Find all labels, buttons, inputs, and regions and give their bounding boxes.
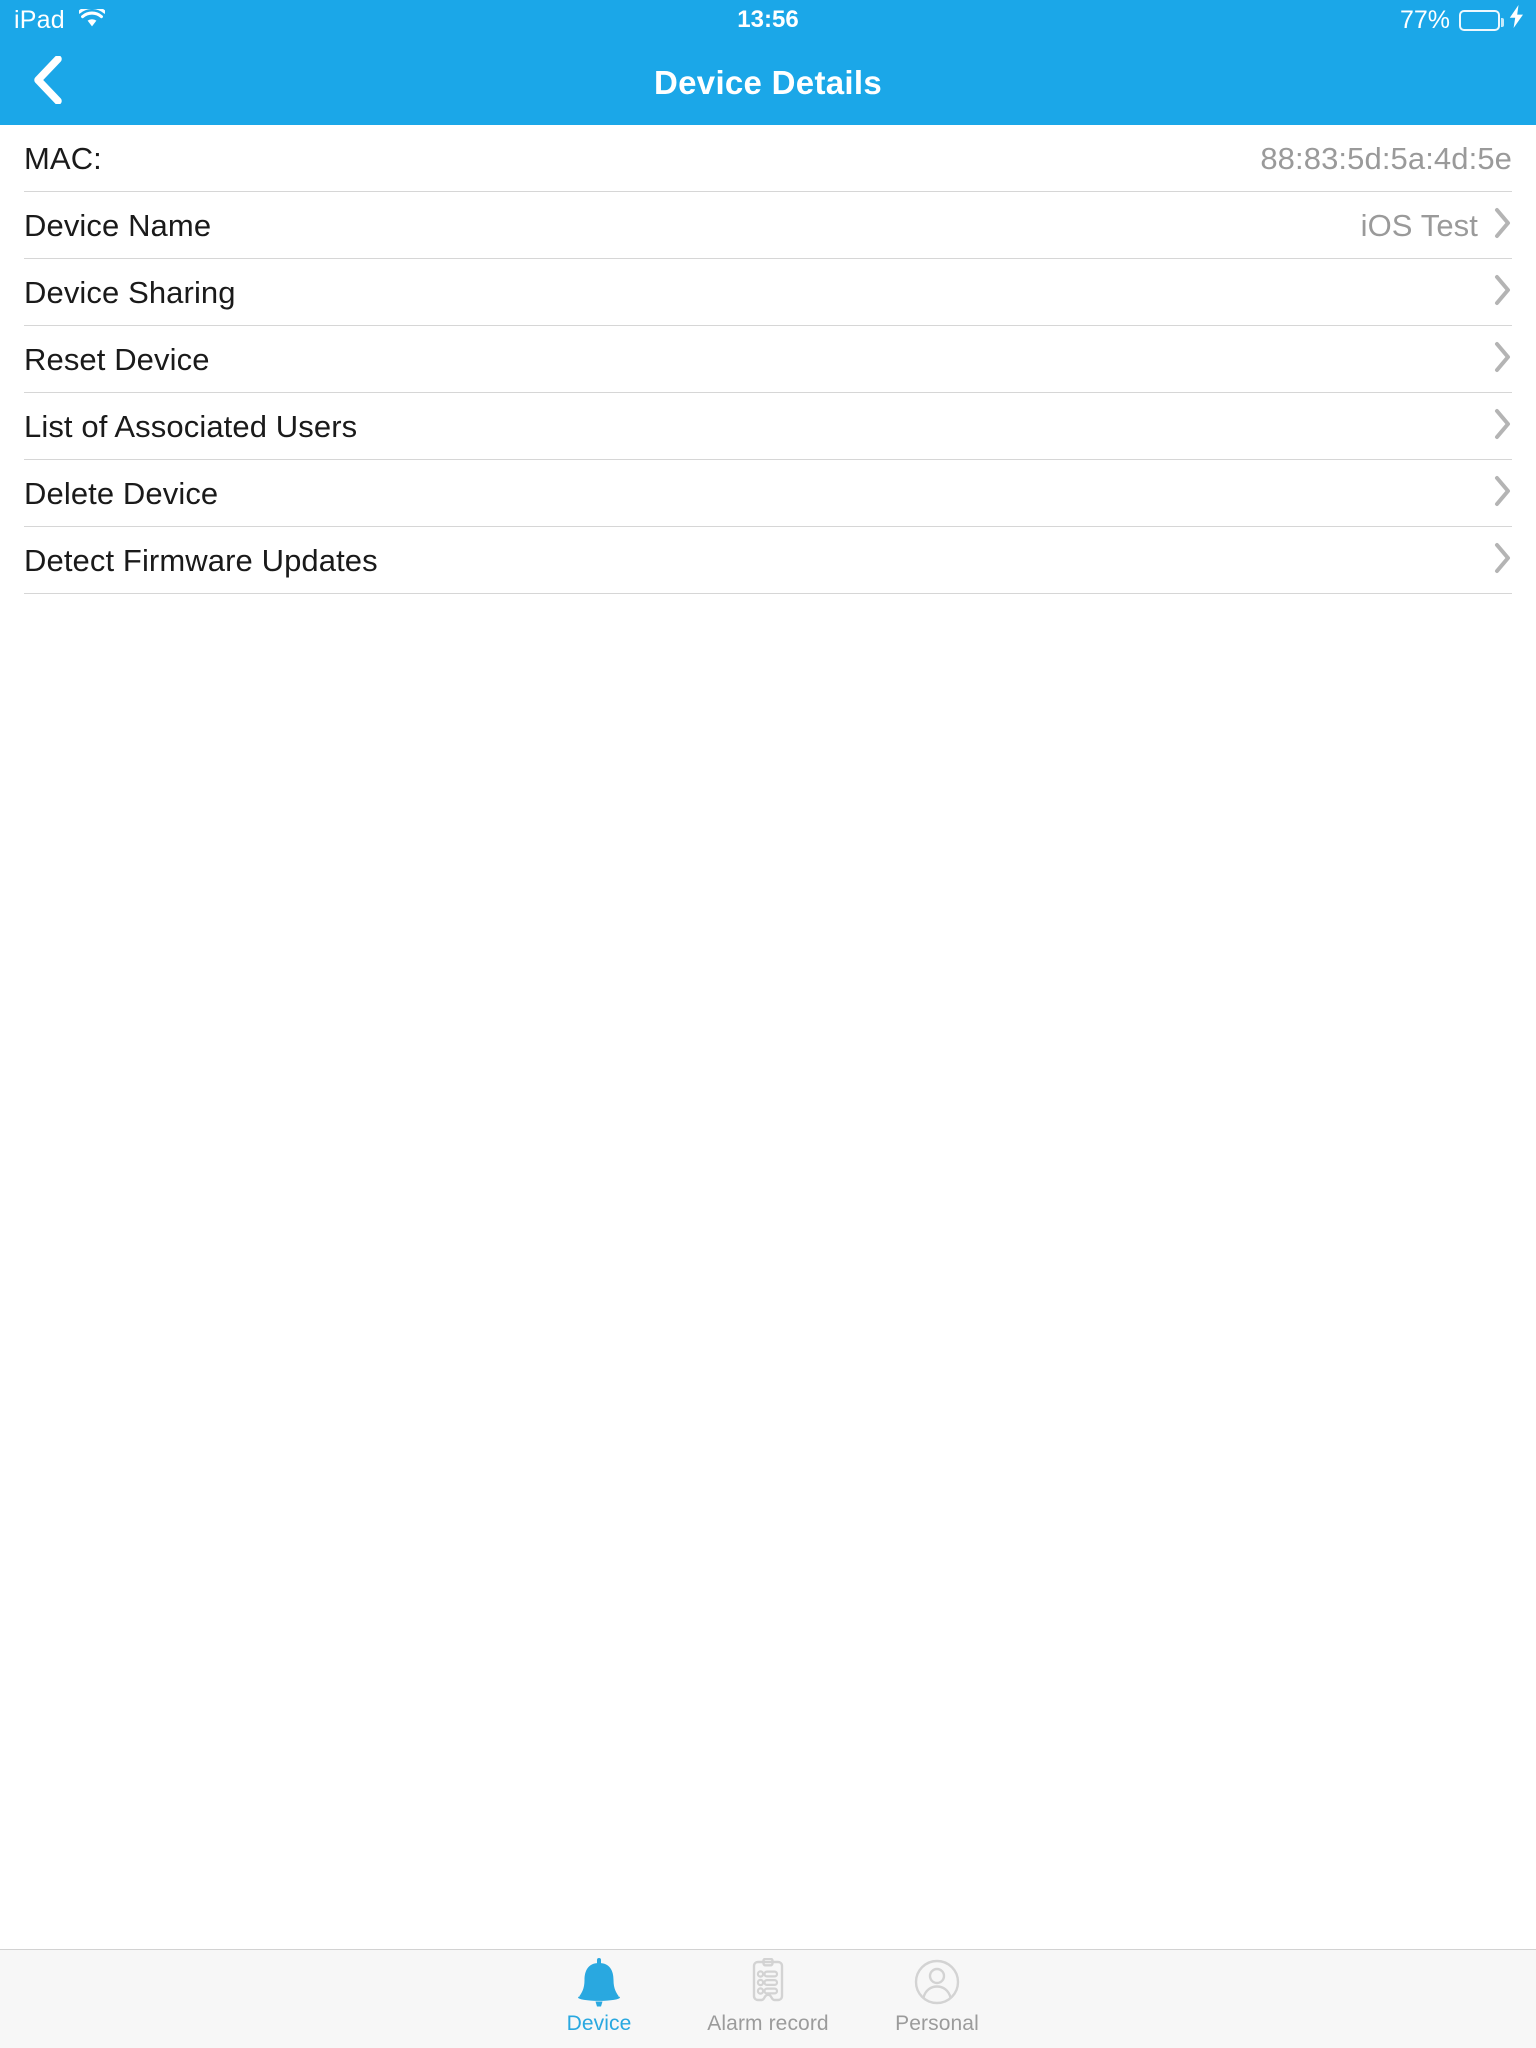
list-item-label: Detect Firmware Updates — [24, 542, 378, 578]
list-item-delete-device[interactable]: Delete Device — [0, 460, 1536, 527]
tab-label: Personal — [895, 2012, 979, 2035]
tab-bar: Device Alarm record Personal — [0, 1949, 1536, 2048]
list-item-accessory — [1494, 475, 1512, 512]
list-item-label: Reset Device — [24, 341, 210, 377]
bell-icon — [574, 1958, 624, 2010]
list-item-label: List of Associated Users — [24, 408, 358, 444]
page-title: Device Details — [654, 64, 882, 101]
list-item-device-name[interactable]: Device Name iOS Test — [0, 192, 1536, 259]
list-item-accessory — [1494, 542, 1512, 579]
list-item-accessory: iOS Test — [1361, 207, 1512, 244]
status-bar-clock: 13:56 — [737, 6, 799, 33]
status-bar: iPad 13:56 77% — [0, 0, 1536, 40]
chevron-right-icon — [1494, 341, 1512, 378]
mac-address-value: 88:83:5d:5a:4d:5e — [1260, 140, 1512, 176]
list-item-label: Device Name — [24, 207, 212, 243]
list-item-device-sharing[interactable]: Device Sharing — [0, 259, 1536, 326]
chevron-right-icon — [1494, 475, 1512, 512]
chevron-right-icon — [1494, 274, 1512, 311]
list-item-label: Delete Device — [24, 475, 219, 511]
list-item-label: Device Sharing — [24, 274, 236, 310]
tab-alarm-record[interactable]: Alarm record — [684, 1950, 853, 2048]
list-item-accessory: 88:83:5d:5a:4d:5e — [1260, 141, 1512, 177]
clipboard-list-icon — [743, 1958, 793, 2010]
person-circle-icon — [912, 1958, 962, 2010]
tab-device[interactable]: Device — [515, 1950, 684, 2048]
list-item-mac: MAC: 88:83:5d:5a:4d:5e — [0, 125, 1536, 192]
chevron-right-icon — [1494, 408, 1512, 445]
list-item-label: MAC: — [24, 140, 102, 176]
lightning-bolt-icon — [1509, 5, 1524, 35]
battery-cap — [1501, 17, 1504, 27]
tab-label: Alarm record — [707, 2012, 829, 2035]
tab-label: Device — [566, 2012, 632, 2035]
status-bar-right: 77% — [1400, 5, 1524, 35]
device-name-value: iOS Test — [1360, 207, 1478, 243]
list-item-accessory — [1494, 341, 1512, 378]
chevron-right-icon — [1494, 207, 1512, 244]
settings-list: MAC: 88:83:5d:5a:4d:5e Device Name iOS T… — [0, 125, 1536, 594]
navigation-bar: Device Details — [0, 40, 1536, 125]
list-item-accessory — [1494, 408, 1512, 445]
list-item-reset-device[interactable]: Reset Device — [0, 326, 1536, 393]
tab-personal[interactable]: Personal — [853, 1950, 1022, 2048]
battery-percent-label: 77% — [1399, 5, 1450, 34]
list-item-accessory — [1494, 274, 1512, 311]
chevron-right-icon — [1494, 542, 1512, 579]
list-item-detect-firmware-updates[interactable]: Detect Firmware Updates — [0, 527, 1536, 594]
battery-icon — [1459, 9, 1504, 31]
list-item-list-of-associated-users[interactable]: List of Associated Users — [0, 393, 1536, 460]
